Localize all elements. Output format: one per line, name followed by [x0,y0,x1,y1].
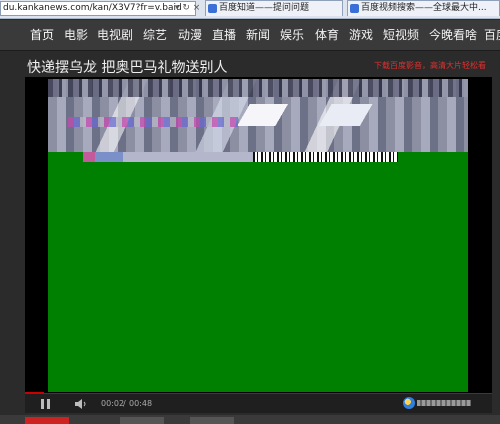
volume-icon[interactable] [75,399,87,409]
time-separator: / [123,399,126,408]
video-frame[interactable] [48,79,468,392]
total-time: 00:48 [129,399,153,408]
nav-item-short-video[interactable]: 短视频 [383,20,419,50]
tab-label: 百度知道——提问问题 [219,3,310,13]
nav-item-baidu[interactable]: 百度 [484,20,500,50]
player-brand-mark [417,400,471,406]
nav-item-games[interactable]: 游戏 [349,20,373,50]
nav-item-entertainment[interactable]: 娱乐 [280,20,304,50]
video-title: 快递摆乌龙 把奥巴马礼物送别人 [27,60,228,76]
nav-item-sports[interactable]: 体育 [315,20,339,50]
bottom-tab[interactable] [190,417,234,424]
download-promo-link[interactable]: 下载百度影音，高清大片轻松看 [374,60,486,71]
nav-item-live[interactable]: 直播 [212,20,236,50]
pause-icon[interactable] [41,399,50,409]
nav-item-movies[interactable]: 电影 [64,20,88,50]
tab-favicon-icon [350,4,359,13]
glitch-barcode-strip [253,152,398,162]
address-bar[interactable]: du.kankanews.com/kan/X3V7?fr=v.baid [0,1,196,16]
nav-item-anime[interactable]: 动漫 [178,20,202,50]
nav-item-home[interactable]: 首页 [30,20,54,50]
tab-label: 百度视频搜索——全球最大中... [361,3,487,13]
browser-toolbar: du.kankanews.com/kan/X3V7?fr=v.baid ▾ ↻ … [0,0,500,19]
bottom-strip [0,415,500,424]
bottom-tab[interactable] [120,417,164,424]
current-time: 00:02 [101,399,125,408]
player-controls: 00:02 / 00:48 [25,392,492,413]
glitch-dark-strip [48,79,468,97]
bottom-red-tab[interactable] [25,417,69,424]
site-nav: 首页 电影 电视剧 综艺 动漫 直播 新闻 娱乐 体育 游戏 短视频 今晚看啥 … [0,20,500,51]
glitch-color-strip [83,152,253,162]
tab-baidu-video-search[interactable]: 百度视频搜索——全球最大中... [347,0,500,16]
tab-favicon-icon [208,4,217,13]
nav-item-tonight[interactable]: 今晚看啥 [429,20,477,50]
address-controls[interactable]: ▾ ↻ × [175,2,200,14]
nav-item-tv[interactable]: 电视剧 [97,20,133,50]
nav-item-news[interactable]: 新闻 [246,20,270,50]
corrupted-video-image [48,79,468,152]
player-logo-icon [403,397,415,409]
progress-bar[interactable] [25,392,44,394]
tab-baidu-zhidao[interactable]: 百度知道——提问问题 [205,0,343,16]
glitch-magenta-strip [68,117,238,127]
video-player[interactable]: 00:02 / 00:48 [25,77,492,413]
nav-item-variety[interactable]: 综艺 [143,20,167,50]
